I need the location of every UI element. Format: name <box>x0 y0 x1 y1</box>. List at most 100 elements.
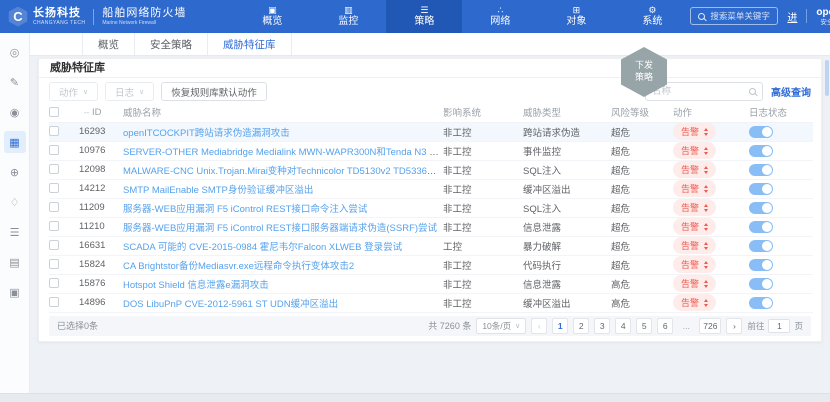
nav-item-network[interactable]: ∴ 网络 <box>462 0 538 33</box>
sidebar-item-target[interactable]: ⊕ <box>4 161 26 183</box>
user-menu[interactable]: operator 安全操作员 <box>816 7 830 27</box>
spinner-arrows-icon[interactable] <box>704 261 708 269</box>
row-checkbox[interactable] <box>49 164 59 174</box>
action-select[interactable]: 告警 <box>673 294 716 311</box>
action-select[interactable]: 告警 <box>673 218 716 235</box>
nav-item-policy[interactable]: ☰ 策略 <box>386 0 462 33</box>
threat-name-link[interactable]: SCADA 可能的 CVE-2015-0984 霍尼韦尔Falcon XLWEB… <box>123 242 402 253</box>
sidebar-item-book[interactable]: ▤ <box>4 251 26 273</box>
action-select[interactable]: 告警 <box>673 275 716 292</box>
threat-name-link[interactable]: CA Brightstor备份Mediasvr.exe远程命令执行变体攻击2 <box>123 261 354 272</box>
page-button-1[interactable]: 1 <box>552 318 568 334</box>
network-nodes-icon: ∴ <box>498 6 504 15</box>
page-size-select[interactable]: 10条/页 ∨ <box>476 318 526 334</box>
page-button-2[interactable]: 2 <box>573 318 589 334</box>
prev-page-button[interactable]: ‹ <box>531 318 547 334</box>
nav-item-overview[interactable]: ▣ 概览 <box>234 0 310 33</box>
log-toggle[interactable] <box>749 240 773 252</box>
sidebar-item-globe[interactable]: ◉ <box>4 101 26 123</box>
row-checkbox[interactable] <box>49 183 59 193</box>
spinner-arrows-icon[interactable] <box>704 147 708 155</box>
scrollbar-thumb[interactable] <box>825 60 829 96</box>
log-toggle[interactable] <box>749 164 773 176</box>
page-button-4[interactable]: 4 <box>615 318 631 334</box>
globe-icon: ◉ <box>10 106 20 119</box>
nav-item-monitor[interactable]: ▥ 监控 <box>310 0 386 33</box>
threat-name-link[interactable]: 服务器-WEB应用漏洞 F5 iControl REST接口服务器端请求伪造(S… <box>123 223 437 234</box>
report-icon: ▣ <box>9 286 19 299</box>
row-checkbox[interactable] <box>49 145 59 155</box>
threat-name-link[interactable]: DOS LibuPnP CVE-2012-5961 ST UDN缓冲区溢出 <box>123 299 338 310</box>
name-search-input[interactable] <box>652 86 745 97</box>
threat-name-link[interactable]: MALWARE-CNC Unix.Trojan.Mirai变种对Technico… <box>123 166 443 177</box>
log-toggle[interactable] <box>749 278 773 290</box>
log-toggle[interactable] <box>749 297 773 309</box>
sidebar-item-shield[interactable]: ♢ <box>4 191 26 213</box>
action-select[interactable]: 告警 <box>673 256 716 273</box>
spinner-arrows-icon[interactable] <box>704 223 708 231</box>
nav-item-system[interactable]: ⚙ 系统 <box>614 0 690 33</box>
spinner-arrows-icon[interactable] <box>704 204 708 212</box>
threat-name-link[interactable]: openITCOCKPIT跨站请求伪造漏洞攻击 <box>123 128 290 139</box>
risk-level: 高危 <box>611 293 673 312</box>
row-checkbox[interactable] <box>49 259 59 269</box>
page-button-3[interactable]: 3 <box>594 318 610 334</box>
row-checkbox[interactable] <box>49 297 59 307</box>
spinner-arrows-icon[interactable] <box>704 299 708 307</box>
sidebar-item-grid[interactable]: ▦ <box>4 131 26 153</box>
risk-level: 超危 <box>611 255 673 274</box>
restore-default-button[interactable]: 恢复规则库默认动作 <box>161 82 267 101</box>
threat-name-link[interactable]: SMTP MailEnable SMTP身份验证缓冲区溢出 <box>123 185 313 196</box>
row-checkbox[interactable] <box>49 221 59 231</box>
sidebar-item-report[interactable]: ▣ <box>4 281 26 303</box>
row-checkbox[interactable] <box>49 240 59 250</box>
quick-link[interactable]: 进 <box>787 9 797 24</box>
menu-search[interactable] <box>690 7 778 25</box>
log-toggle[interactable] <box>749 259 773 271</box>
policy-list-icon: ☰ <box>420 6 428 15</box>
menu-search-input[interactable] <box>710 11 770 21</box>
threat-name-link[interactable]: 服务器-WEB应用漏洞 F5 iControl REST接口命令注入尝试 <box>123 204 367 215</box>
spinner-arrows-icon[interactable] <box>704 128 708 136</box>
action-select[interactable]: 告警 <box>673 199 716 216</box>
action-select[interactable]: 告警 <box>673 142 716 159</box>
tab-threat-library[interactable]: 威胁特征库 <box>208 33 292 55</box>
row-checkbox[interactable] <box>49 126 59 136</box>
sidebar-item-layers[interactable]: ☰ <box>4 221 26 243</box>
sidebar-item-compass[interactable]: ◎ <box>4 41 26 63</box>
page-button-726[interactable]: 726 <box>699 318 721 334</box>
goto-page-input[interactable] <box>768 319 790 333</box>
threat-name-link[interactable]: SERVER-OTHER Mediabridge Medialink MWN-W… <box>123 147 443 158</box>
tab-overview[interactable]: 概览 <box>82 33 135 55</box>
table-row: 15824 CA Brightstor备份Mediasvr.exe远程命令执行变… <box>49 255 813 274</box>
tools-icon: ✎ <box>10 76 19 89</box>
row-checkbox[interactable] <box>49 202 59 212</box>
action-select[interactable]: 告警 <box>673 180 716 197</box>
page-button-6[interactable]: 6 <box>657 318 673 334</box>
threat-name-link[interactable]: Hotspot Shield 信息泄露e漏洞攻击 <box>123 280 269 291</box>
action-select[interactable]: 告警 <box>673 123 716 140</box>
page-ellipsis[interactable]: ... <box>678 318 694 334</box>
log-toggle[interactable] <box>749 145 773 157</box>
log-dropdown-button[interactable]: 日志 ∨ <box>105 82 154 101</box>
row-checkbox[interactable] <box>49 278 59 288</box>
action-select[interactable]: 告警 <box>673 161 716 178</box>
spinner-arrows-icon[interactable] <box>704 185 708 193</box>
tab-security-policy[interactable]: 安全策略 <box>135 33 208 55</box>
nav-item-objects[interactable]: ⊞ 对象 <box>538 0 614 33</box>
log-toggle[interactable] <box>749 221 773 233</box>
log-toggle[interactable] <box>749 202 773 214</box>
action-select[interactable]: 告警 <box>673 237 716 254</box>
advanced-query-link[interactable]: 高级查询 <box>771 84 811 99</box>
select-all-checkbox[interactable] <box>49 107 59 117</box>
spinner-arrows-icon[interactable] <box>704 242 708 250</box>
log-toggle[interactable] <box>749 126 773 138</box>
spinner-arrows-icon[interactable] <box>704 280 708 288</box>
action-dropdown-button[interactable]: 动作 ∨ <box>49 82 98 101</box>
sidebar-item-tools[interactable]: ✎ <box>4 71 26 93</box>
spinner-arrows-icon[interactable] <box>704 166 708 174</box>
page-button-5[interactable]: 5 <box>636 318 652 334</box>
next-page-button[interactable]: › <box>726 318 742 334</box>
user-role: 安全操作员 <box>816 19 830 27</box>
log-toggle[interactable] <box>749 183 773 195</box>
